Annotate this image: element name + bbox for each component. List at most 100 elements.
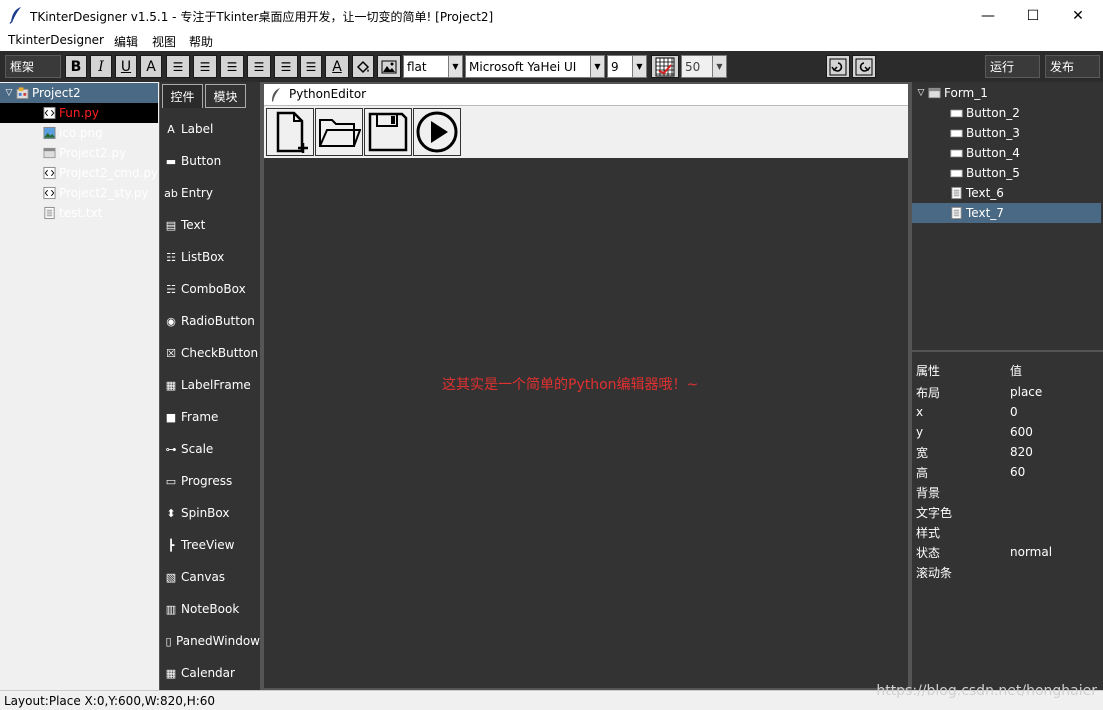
font-size-select[interactable]: 9 ▼ <box>607 55 647 78</box>
text-a-icon[interactable]: A <box>140 55 162 78</box>
widget-item[interactable]: ▤ Text <box>164 211 260 239</box>
tree-item-file[interactable]: test.txt <box>0 203 158 223</box>
widget-item[interactable]: ▦ LabelFrame <box>164 371 260 399</box>
property-row[interactable]: 背景 <box>916 482 1101 502</box>
property-key: 状态 <box>916 545 941 560</box>
image-icon[interactable] <box>377 55 401 78</box>
tree-item-widget[interactable]: Button_4 <box>912 143 1101 163</box>
close-button[interactable]: ✕ <box>1055 0 1101 31</box>
widget-item[interactable]: ▧ Canvas <box>164 563 260 591</box>
property-value[interactable]: 0 <box>1010 405 1100 419</box>
tree-item-form1[interactable]: ▽ Form_1 <box>912 83 1101 103</box>
tree-item-widget[interactable]: Button_5 <box>912 163 1101 183</box>
open-file-button[interactable] <box>315 108 363 156</box>
redo-icon[interactable] <box>852 55 876 78</box>
frame-button[interactable]: 框架 <box>5 55 61 78</box>
tree-item-widget[interactable]: Text_6 <box>912 183 1101 203</box>
property-value[interactable]: 60 <box>1010 465 1100 479</box>
widget-item[interactable]: ▭ Progress <box>164 467 260 495</box>
widget-item[interactable]: ☷ ListBox <box>164 243 260 271</box>
italic-icon[interactable]: I <box>90 55 112 78</box>
align-center-icon[interactable]: ☰ <box>193 55 217 78</box>
chevron-down-icon[interactable]: ▽ <box>2 88 16 98</box>
maximize-button[interactable]: ☐ <box>1010 0 1056 31</box>
widget-icon: ab <box>164 186 178 200</box>
style-select[interactable]: flat ▼ <box>403 55 463 78</box>
tree-item-widget[interactable]: Button_3 <box>912 123 1101 143</box>
bold-icon[interactable]: B <box>65 55 87 78</box>
widget-item[interactable]: ◉ RadioButton <box>164 307 260 335</box>
widget-item[interactable]: ☒ CheckButton <box>164 339 260 367</box>
property-key: 文字色 <box>916 505 953 520</box>
property-column-header: 属性 <box>916 363 941 378</box>
menu-view[interactable]: 视图 <box>152 33 176 50</box>
widget-name: Text_7 <box>966 206 1004 220</box>
align-left-icon[interactable]: ☰ <box>166 55 190 78</box>
widget-item[interactable]: ■ Frame <box>164 403 260 431</box>
chevron-down-icon[interactable]: ▼ <box>712 56 726 77</box>
undo-icon[interactable] <box>826 55 850 78</box>
widget-name: Button_5 <box>966 166 1020 180</box>
widget-label: Label <box>181 122 214 136</box>
widget-item[interactable]: ▥ NoteBook <box>164 595 260 623</box>
property-row[interactable]: 状态 normal <box>916 542 1101 562</box>
property-value[interactable]: place <box>1010 385 1100 399</box>
widget-item[interactable]: ┣ TreeView <box>164 531 260 559</box>
widget-item[interactable]: ☵ ComboBox <box>164 275 260 303</box>
align-right-icon[interactable]: ☰ <box>220 55 244 78</box>
minimize-button[interactable]: — <box>965 0 1011 31</box>
font-color-icon[interactable]: A <box>325 55 349 78</box>
tree-item-project2[interactable]: ▽ Project2 <box>0 83 158 103</box>
menu-tkinterdesigner[interactable]: TkinterDesigner <box>8 33 104 47</box>
menu-edit[interactable]: 编辑 <box>114 33 138 50</box>
publish-button[interactable]: 发布 <box>1045 55 1100 78</box>
property-row[interactable]: 宽 820 <box>916 442 1101 462</box>
chevron-down-icon[interactable]: ▼ <box>632 56 646 77</box>
underline-icon[interactable]: U <box>115 55 137 78</box>
new-file-button[interactable] <box>266 108 314 156</box>
widget-icon: ▧ <box>165 570 177 584</box>
align-middle-icon[interactable]: ☰ <box>274 55 298 78</box>
fill-color-icon[interactable] <box>352 55 374 78</box>
widget-icon: ▯ <box>165 634 172 648</box>
chevron-down-icon[interactable]: ▼ <box>448 56 462 77</box>
tree-item-file[interactable]: Project2_cmd.py <box>0 163 158 183</box>
run-button[interactable]: 运行 <box>985 55 1040 78</box>
tree-item-file[interactable]: ico.png <box>0 123 158 143</box>
widget-item[interactable]: ▦ Calendar <box>164 659 260 687</box>
widget-label: TreeView <box>181 538 235 552</box>
tree-item-widget[interactable]: Text_7 <box>912 203 1101 223</box>
property-row[interactable]: 文字色 <box>916 502 1101 522</box>
widget-item[interactable]: ab Entry <box>164 179 260 207</box>
grid-icon[interactable] <box>651 55 679 78</box>
align-top-icon[interactable]: ☰ <box>247 55 271 78</box>
grid-size-select[interactable]: 50 ▼ <box>681 55 727 78</box>
align-bottom-icon[interactable]: ☰ <box>300 55 322 78</box>
tab-modules[interactable]: 模块 <box>205 84 246 108</box>
property-row[interactable]: x0 <box>916 402 1101 422</box>
tree-item-file[interactable]: Project2.py <box>0 143 158 163</box>
save-file-button[interactable] <box>364 108 412 156</box>
widget-item[interactable]: ▬ Button <box>164 147 260 175</box>
menu-help[interactable]: 帮助 <box>189 33 213 50</box>
property-row[interactable]: y 600 <box>916 422 1101 442</box>
property-row[interactable]: 滚动条 <box>916 562 1101 582</box>
property-row[interactable]: 高 60 <box>916 462 1101 482</box>
chevron-down-icon[interactable]: ▼ <box>590 56 604 77</box>
property-value[interactable]: 820 <box>1010 445 1100 459</box>
tab-controls[interactable]: 控件 <box>162 84 203 108</box>
property-value[interactable]: 600 <box>1010 425 1100 439</box>
widget-item[interactable]: ▯ PanedWindow <box>164 627 260 655</box>
widget-item[interactable]: ⬍ SpinBox <box>164 499 260 527</box>
property-row[interactable]: 样式 <box>916 522 1101 542</box>
widget-item[interactable]: A Label <box>164 115 260 143</box>
widget-item[interactable]: ⊶ Scale <box>164 435 260 463</box>
run-script-button[interactable] <box>413 108 461 156</box>
tree-item-widget[interactable]: Button_2 <box>912 103 1101 123</box>
property-row[interactable]: 布局 place <box>916 382 1101 402</box>
property-value[interactable]: normal <box>1010 545 1100 559</box>
chevron-down-icon[interactable]: ▽ <box>914 88 928 98</box>
tree-item-file[interactable]: Fun.py <box>0 103 158 123</box>
tree-item-file[interactable]: Project2_sty.py <box>0 183 158 203</box>
font-family-select[interactable]: Microsoft YaHei UI ▼ <box>465 55 605 78</box>
